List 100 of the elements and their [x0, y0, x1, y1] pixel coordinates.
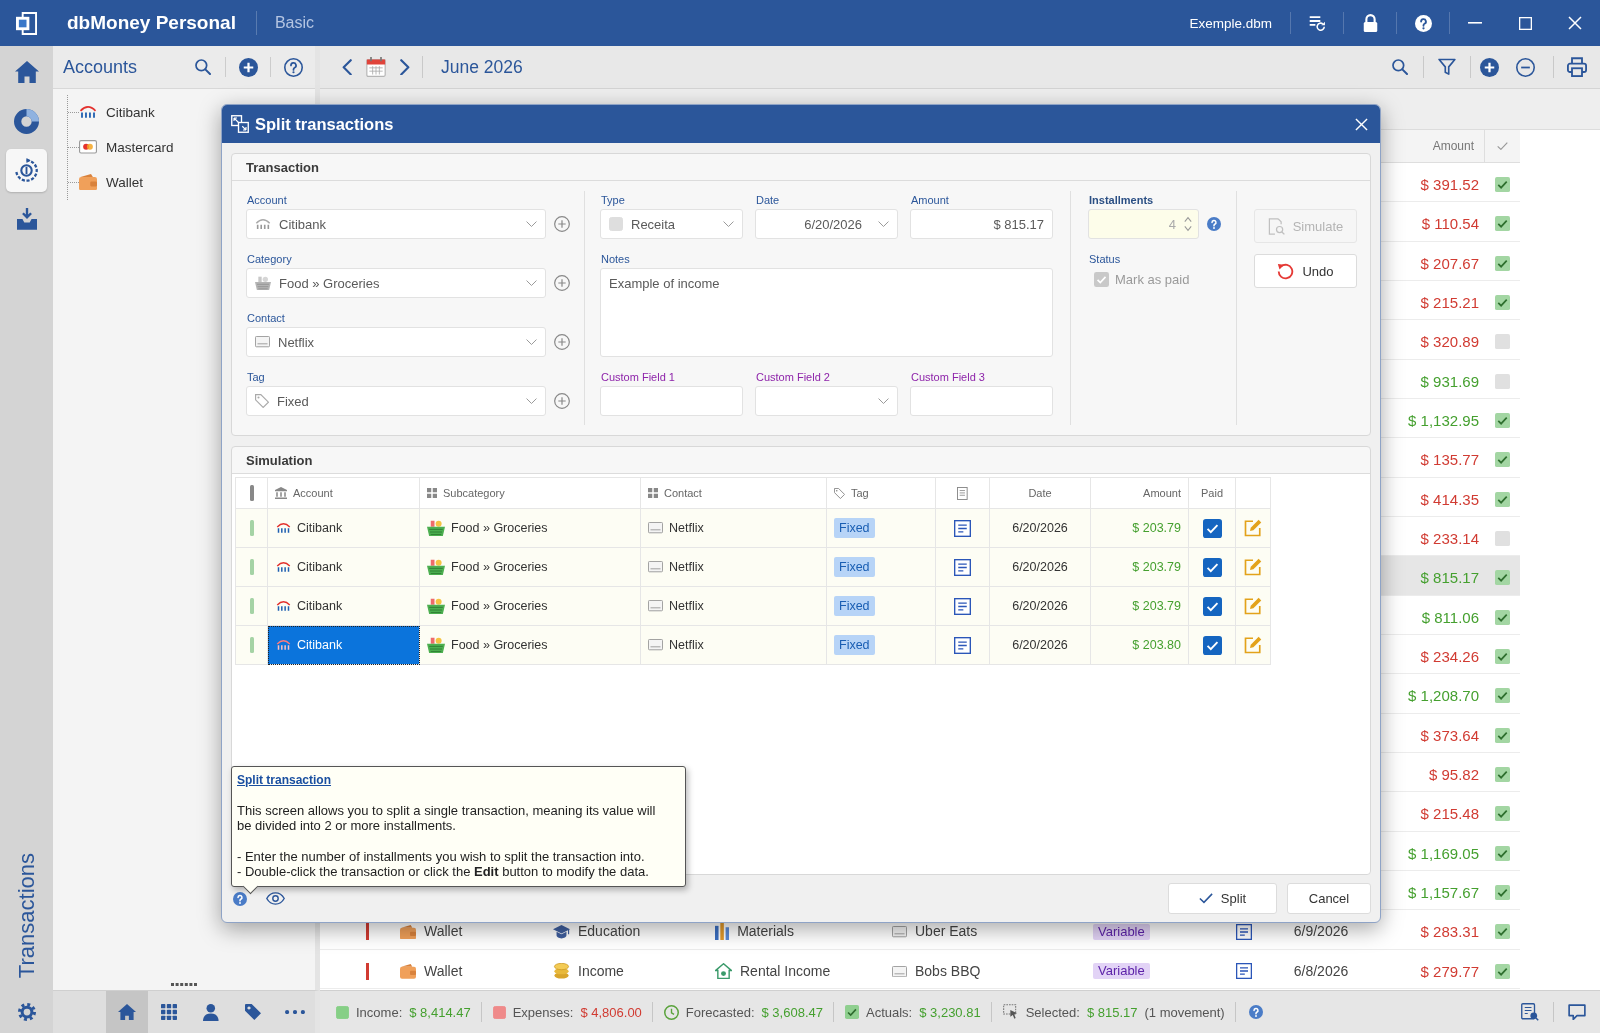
- apps-grid-icon: [161, 1004, 177, 1020]
- column-header: Contact: [664, 487, 702, 499]
- paid-checkbox[interactable]: [1495, 767, 1510, 783]
- paid-checkbox[interactable]: [1495, 609, 1510, 625]
- add-icon[interactable]: [554, 275, 570, 291]
- status-label: Selected:: [1025, 1004, 1080, 1020]
- clock-icon: [663, 1004, 679, 1020]
- paid-checkbox[interactable]: [1202, 557, 1222, 577]
- close-icon[interactable]: [1355, 117, 1368, 131]
- paid-checkbox[interactable]: [1495, 649, 1510, 665]
- category-dropdown[interactable]: Food » Groceries: [246, 268, 546, 298]
- paid-checkbox[interactable]: [1495, 570, 1510, 586]
- settings-icon[interactable]: [17, 1002, 36, 1021]
- list-search-icon[interactable]: [1521, 1003, 1539, 1021]
- contact-dropdown[interactable]: Netflix: [246, 327, 546, 357]
- paid-checkbox[interactable]: [1202, 596, 1222, 616]
- paid-checkbox[interactable]: [1495, 845, 1510, 861]
- paid-checkbox[interactable]: [1495, 216, 1510, 232]
- field-label: Contact: [246, 311, 285, 326]
- chevron-left-icon[interactable]: [341, 58, 352, 76]
- calendar-icon[interactable]: [365, 57, 386, 77]
- group-title: Transaction: [232, 154, 1370, 181]
- nav-button[interactable]: [106, 991, 148, 1033]
- pencils-icon: [715, 923, 730, 941]
- paid-checkbox[interactable]: [1495, 334, 1510, 350]
- contact-card-icon: [648, 522, 663, 534]
- date-picker[interactable]: 6/20/2026: [755, 209, 898, 239]
- account-dropdown[interactable]: Citibank: [246, 209, 546, 239]
- paid-checkbox[interactable]: [1495, 963, 1510, 979]
- paid-checkbox[interactable]: [1495, 924, 1510, 940]
- eye-icon[interactable]: [266, 892, 285, 905]
- search-icon[interactable]: [1392, 59, 1408, 75]
- paid-checkbox[interactable]: [1495, 177, 1510, 193]
- field-label: Notes: [600, 252, 630, 267]
- add-icon[interactable]: [554, 393, 570, 409]
- account-name: Citibank: [297, 560, 343, 574]
- maximize-icon[interactable]: [1518, 16, 1532, 30]
- add-icon[interactable]: [238, 57, 258, 77]
- field-label: Category: [246, 252, 292, 267]
- paid-checkbox[interactable]: [1495, 255, 1510, 271]
- paid-checkbox[interactable]: [1495, 295, 1510, 311]
- lock-icon[interactable]: [1362, 14, 1378, 32]
- paid-checkbox[interactable]: [1495, 491, 1510, 507]
- paid-checkbox[interactable]: [1495, 885, 1510, 901]
- date-text: 6/20/2026: [1012, 560, 1068, 574]
- amount-text: $ 1,132.95: [1408, 413, 1479, 429]
- type-dropdown[interactable]: Receita: [600, 209, 743, 239]
- custom-field-input[interactable]: [910, 386, 1053, 416]
- search-icon[interactable]: [195, 59, 211, 75]
- paid-checkbox[interactable]: [1495, 806, 1510, 822]
- row-marker-icon: [249, 520, 254, 536]
- nav-button[interactable]: [6, 148, 47, 192]
- paid-checkbox[interactable]: [1495, 727, 1510, 743]
- account-item[interactable]: Mastercard: [79, 132, 182, 162]
- help-icon[interactable]: [1248, 1005, 1263, 1019]
- amount-text: $ 215.48: [1420, 806, 1479, 822]
- undo-button[interactable]: Undo: [1254, 254, 1357, 288]
- add-icon[interactable]: [554, 334, 570, 350]
- row-marker-icon: [249, 559, 254, 575]
- help-link[interactable]: Split transaction: [237, 773, 331, 789]
- notes-field[interactable]: Example of income: [600, 268, 1053, 357]
- contact-name: Uber Eats: [915, 924, 978, 940]
- account-item[interactable]: Citibank: [79, 97, 163, 127]
- spinner-arrows-icon[interactable]: [1184, 216, 1192, 232]
- paid-checkbox[interactable]: [1202, 518, 1222, 538]
- date-text: 6/20/2026: [1012, 638, 1068, 652]
- help-icon[interactable]: [1207, 217, 1221, 231]
- contact-name: Netflix: [669, 599, 704, 613]
- help-icon[interactable]: [1414, 14, 1432, 32]
- amount-field[interactable]: $ 815.17: [910, 209, 1053, 239]
- paid-checkbox[interactable]: [1495, 688, 1510, 704]
- paid-checkbox[interactable]: [1495, 452, 1510, 468]
- add-icon[interactable]: [554, 216, 570, 232]
- basket-icon: [427, 519, 445, 537]
- chat-icon[interactable]: [1568, 1003, 1586, 1021]
- custom-field-dropdown[interactable]: [755, 386, 898, 416]
- close-icon[interactable]: [1568, 16, 1582, 30]
- check-box-icon: [844, 1005, 859, 1019]
- add-icon[interactable]: [1479, 57, 1499, 77]
- custom-field-input[interactable]: [600, 386, 743, 416]
- help-icon[interactable]: [283, 57, 303, 77]
- remove-icon[interactable]: [1515, 57, 1535, 77]
- paid-checkbox[interactable]: [1495, 373, 1510, 389]
- status-value: $ 4,806.00: [580, 1004, 642, 1020]
- account-item[interactable]: Wallet: [79, 167, 151, 197]
- printer-icon[interactable]: [1567, 57, 1587, 77]
- cancel-button[interactable]: Cancel: [1287, 883, 1371, 914]
- bank-logo-icon: [276, 562, 291, 572]
- chevron-right-icon[interactable]: [399, 58, 410, 76]
- status-label: Income:: [356, 1004, 403, 1020]
- paid-checkbox[interactable]: [1495, 413, 1510, 429]
- list-refresh-icon[interactable]: [1308, 14, 1326, 32]
- filter-icon[interactable]: [1438, 58, 1456, 76]
- bank-logo-icon: [276, 640, 291, 650]
- paid-checkbox[interactable]: [1202, 635, 1222, 655]
- help-icon[interactable]: [233, 891, 247, 906]
- bank-logo-icon: [79, 106, 97, 118]
- split-button[interactable]: Split: [1168, 883, 1277, 914]
- tag-dropdown[interactable]: Fixed: [246, 386, 546, 416]
- paid-checkbox[interactable]: [1495, 531, 1510, 547]
